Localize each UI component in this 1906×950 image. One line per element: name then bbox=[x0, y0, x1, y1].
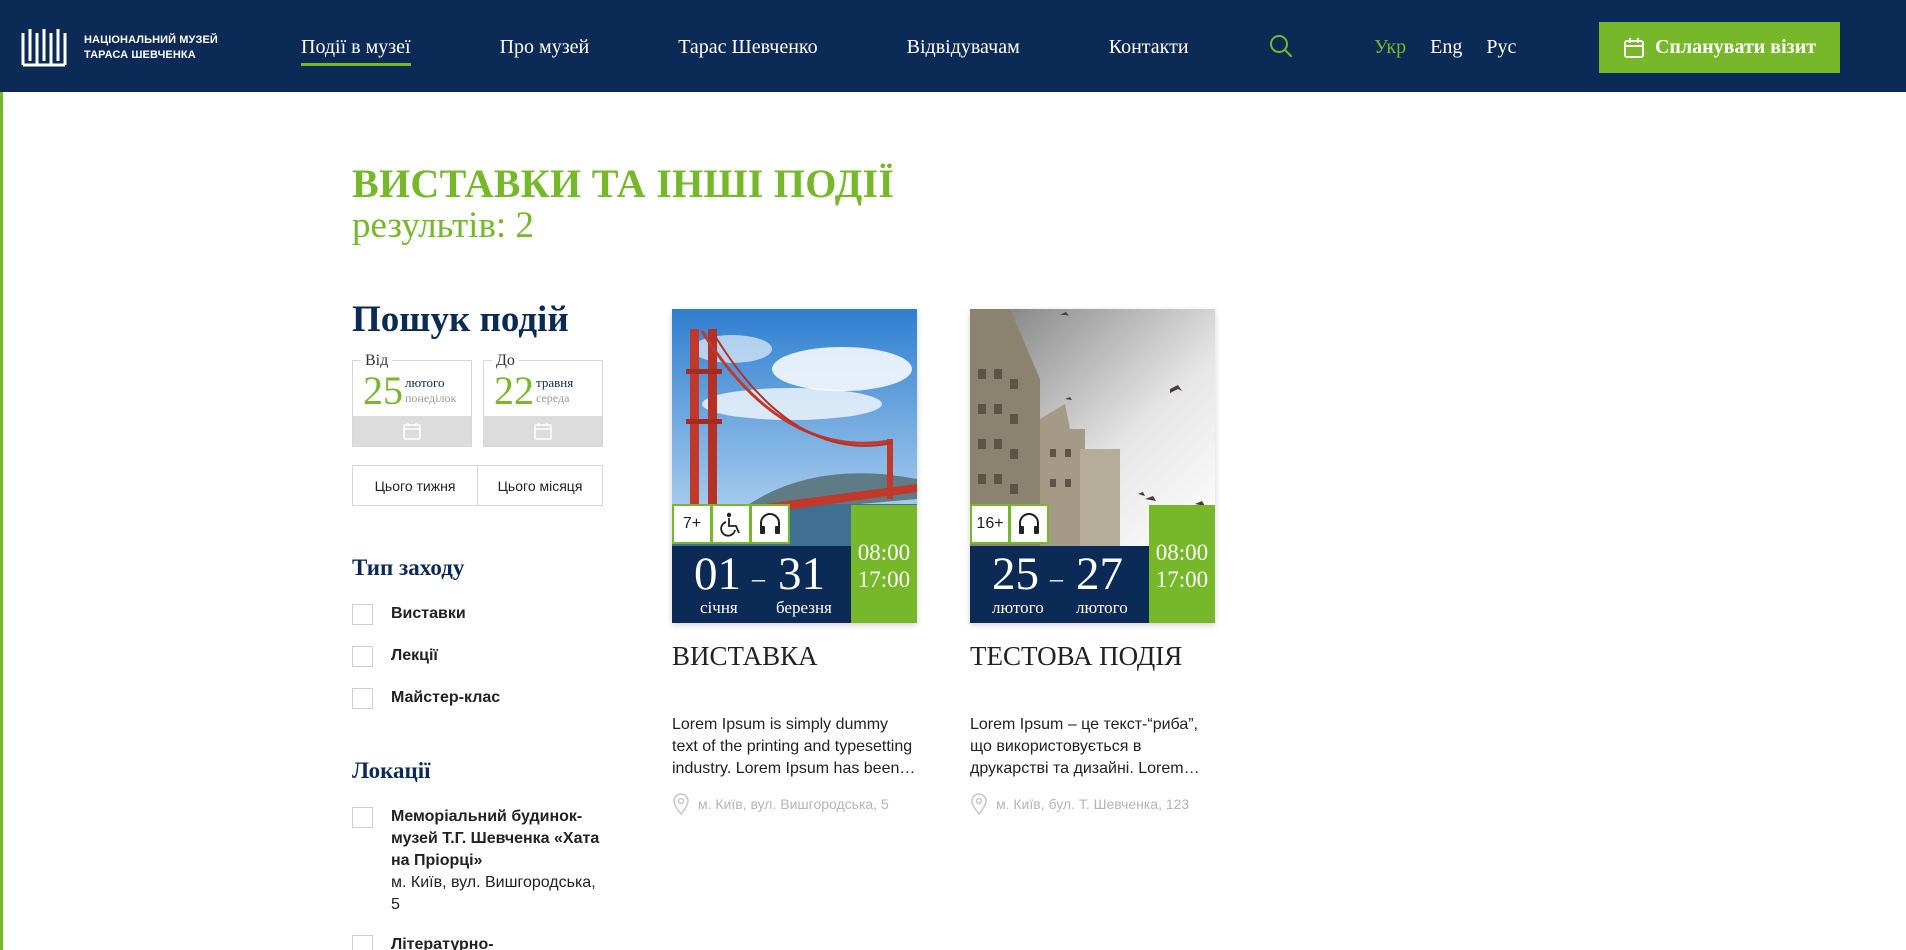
location-name: Меморіальний будинок-музей Т.Г. Шевченка… bbox=[391, 808, 600, 869]
date-dash: – bbox=[752, 564, 765, 593]
event-card-media[interactable]: 16+ 25 лютого – 27 лютого 08:00 17:00 bbox=[970, 309, 1215, 623]
nav-contacts[interactable]: Контакти bbox=[1109, 36, 1189, 59]
calendar-icon bbox=[403, 423, 421, 440]
logo-icon bbox=[21, 29, 67, 67]
museum-logo[interactable]: НАЦІОНАЛЬНИЙ МУЗЕЙ ТАРАСА ШЕВЧЕНКА bbox=[20, 25, 218, 71]
type-filter-exhibitions[interactable]: Виставки bbox=[352, 603, 466, 625]
event-title[interactable]: ВИСТАВКА bbox=[672, 641, 917, 672]
nav-about[interactable]: Про музей bbox=[500, 36, 590, 59]
lang-rus[interactable]: Рус bbox=[1486, 36, 1516, 59]
nav-shevchenko[interactable]: Тарас Шевченко bbox=[678, 36, 817, 59]
site-header: НАЦІОНАЛЬНИЙ МУЗЕЙ ТАРАСА ШЕВЧЕНКА Події… bbox=[0, 3, 1906, 92]
time-start: 08:00 bbox=[1155, 540, 1209, 565]
search-icon[interactable] bbox=[1268, 33, 1294, 59]
location-filter-literary[interactable]: Літературно- bbox=[352, 934, 601, 950]
time-start: 08:00 bbox=[857, 540, 911, 565]
lang-ukr[interactable]: Укр bbox=[1374, 36, 1406, 59]
left-accent-border bbox=[0, 92, 3, 950]
locations-title: Локації bbox=[352, 758, 431, 783]
logo-text: НАЦІОНАЛЬНИЙ МУЗЕЙ ТАРАСА ШЕВЧЕНКА bbox=[84, 33, 218, 63]
nav-visitors[interactable]: Відвідувачам bbox=[907, 36, 1020, 59]
event-date-range: 01 січня – 31 березня bbox=[672, 546, 851, 623]
type-filter-label: Лекції bbox=[391, 647, 438, 664]
date-to-calendar-button[interactable] bbox=[484, 416, 602, 446]
event-title[interactable]: ТЕСТОВА ПОДІЯ bbox=[970, 641, 1215, 672]
this-month-button[interactable]: Цього місяця bbox=[477, 466, 602, 505]
logo-line2: ТАРАСА ШЕВЧЕНКА bbox=[84, 49, 196, 61]
checkbox[interactable] bbox=[352, 807, 373, 828]
results-count: результів: 2 bbox=[352, 205, 534, 246]
date-dash: – bbox=[1050, 564, 1063, 593]
lang-eng[interactable]: Eng bbox=[1430, 36, 1462, 59]
event-location-text: м. Київ, бул. Т. Шевченка, 123 bbox=[996, 796, 1190, 812]
calendar-icon bbox=[534, 423, 552, 440]
start-day: 01 bbox=[694, 548, 741, 600]
checkbox[interactable] bbox=[352, 688, 373, 709]
date-from-picker[interactable]: Від 25 лютого понеділок bbox=[352, 352, 472, 447]
date-to-picker[interactable]: До 22 травня середа bbox=[483, 352, 603, 447]
time-end: 17:00 bbox=[857, 567, 911, 592]
type-filter-masterclass[interactable]: Майстер-клас bbox=[352, 687, 500, 709]
start-month: січня bbox=[700, 598, 738, 617]
event-badges: 16+ bbox=[970, 504, 1049, 544]
event-card-media[interactable]: 7+ 01 січня – 31 березня 08:00 17:00 bbox=[672, 309, 917, 623]
event-card[interactable]: 16+ 25 лютого – 27 лютого 08:00 17:00 ТЕ… bbox=[970, 309, 1215, 815]
date-from-month: лютого bbox=[405, 375, 445, 390]
location-filter-priorka[interactable]: Меморіальний будинок-музей Т.Г. Шевченка… bbox=[352, 806, 601, 916]
event-time: 08:00 17:00 bbox=[851, 505, 917, 623]
end-day: 31 bbox=[778, 548, 825, 600]
location-address: м. Київ, вул. Вишгородська, 5 bbox=[391, 874, 596, 913]
location-name: Літературно- bbox=[391, 936, 494, 950]
date-from-day: 25 bbox=[363, 368, 403, 413]
checkbox[interactable] bbox=[352, 604, 373, 625]
age-badge: 7+ bbox=[672, 504, 712, 544]
date-to-weekday: середа bbox=[536, 391, 570, 405]
event-card[interactable]: 7+ 01 січня – 31 березня 08:00 17:00 ВИС… bbox=[672, 309, 917, 815]
start-day: 25 bbox=[992, 548, 1039, 600]
end-day: 27 bbox=[1076, 548, 1123, 600]
date-to-month: травня bbox=[536, 375, 574, 390]
event-description: Lorem Ipsum is simply dummy text of the … bbox=[672, 716, 916, 777]
end-month: березня bbox=[776, 598, 832, 617]
type-filter-label: Виставки bbox=[391, 605, 466, 622]
event-location: м. Київ, вул. Вишгородська, 5 bbox=[672, 793, 917, 815]
location-text: Меморіальний будинок-музей Т.Г. Шевченка… bbox=[391, 806, 601, 916]
age-badge: 16+ bbox=[970, 504, 1010, 544]
page-title: ВИСТАВКИ ТА ІНШІ ПОДІЇ bbox=[352, 161, 895, 206]
audio-guide-icon bbox=[1009, 504, 1049, 544]
event-type-title: Тип заходу bbox=[352, 555, 465, 580]
end-month: лютого bbox=[1076, 598, 1128, 617]
event-badges: 7+ bbox=[672, 504, 790, 544]
date-from-calendar-button[interactable] bbox=[353, 416, 471, 446]
this-week-button[interactable]: Цього тижня bbox=[353, 466, 477, 505]
location-pin-icon bbox=[971, 793, 987, 815]
calendar-icon bbox=[1623, 37, 1644, 58]
checkbox[interactable] bbox=[352, 935, 373, 950]
search-title: Пошук подій bbox=[352, 299, 569, 340]
logo-line1: НАЦІОНАЛЬНИЙ МУЗЕЙ bbox=[84, 34, 218, 46]
type-filter-lectures[interactable]: Лекції bbox=[352, 645, 438, 667]
event-description: Lorem Ipsum – це текст-“риба”, що викори… bbox=[970, 716, 1200, 777]
language-switcher: Укр Eng Рус bbox=[1374, 3, 1516, 92]
event-location: м. Київ, бул. Т. Шевченка, 123 bbox=[970, 793, 1215, 815]
type-filter-label: Майстер-клас bbox=[391, 689, 501, 706]
quick-range-buttons: Цього тижня Цього місяця bbox=[352, 465, 603, 506]
wheelchair-icon bbox=[711, 504, 751, 544]
start-month: лютого bbox=[992, 598, 1044, 617]
location-pin-icon bbox=[673, 793, 689, 815]
main-nav: Події в музеї Про музей Тарас Шевченко В… bbox=[301, 3, 1189, 92]
plan-visit-button[interactable]: Спланувати візит bbox=[1599, 22, 1840, 73]
event-location-text: м. Київ, вул. Вишгородська, 5 bbox=[698, 796, 889, 812]
time-end: 17:00 bbox=[1155, 567, 1209, 592]
checkbox[interactable] bbox=[352, 646, 373, 667]
audio-guide-icon bbox=[750, 504, 790, 544]
location-text: Літературно- bbox=[391, 934, 601, 950]
plan-visit-label: Спланувати візит bbox=[1654, 36, 1817, 58]
event-date-range: 25 лютого – 27 лютого bbox=[970, 546, 1149, 623]
date-to-day: 22 bbox=[494, 368, 534, 413]
event-time: 08:00 17:00 bbox=[1149, 505, 1215, 623]
date-from-weekday: понеділок bbox=[405, 391, 457, 405]
nav-events[interactable]: Події в музеї bbox=[301, 36, 411, 66]
